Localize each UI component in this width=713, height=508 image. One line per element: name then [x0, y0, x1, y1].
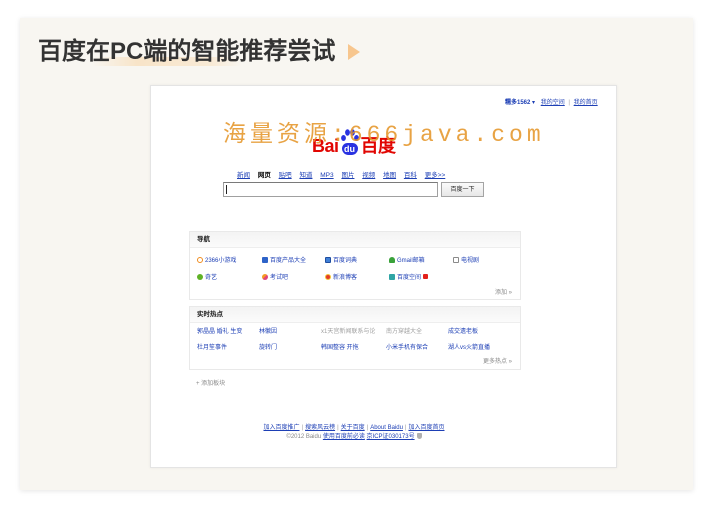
more-hot-topics-link[interactable]: 更多热点 » — [483, 358, 512, 366]
hot-topic-link[interactable]: 杜月笙事件 — [197, 344, 227, 352]
dictionary-icon — [325, 257, 331, 263]
site-label: Gmail邮箱 — [397, 258, 425, 264]
footer-link-homepage[interactable]: 加入百度首页 — [408, 425, 444, 431]
copyright-text: ©2012 Baidu — [286, 434, 322, 440]
search-button[interactable]: 百度一下 — [441, 182, 484, 197]
tab-zhidao[interactable]: 知道 — [299, 172, 312, 179]
tab-images[interactable]: 图片 — [341, 172, 354, 179]
panel-header: 实时热点 — [190, 307, 520, 323]
separator: | — [301, 425, 304, 431]
site-link-baidu-space[interactable]: 百度空间 — [389, 274, 429, 282]
terms-link[interactable]: 使用百度前必读 — [323, 434, 365, 440]
hot-topic-link[interactable]: 旋转门 — [259, 344, 277, 352]
footer-links: 加入百度推广 | 搜索风云榜 | 关于百度 | About Baidu | 加入百度首页 — [204, 424, 504, 432]
separator: | — [568, 100, 570, 106]
panel-title: 实时热点 — [197, 311, 223, 318]
site-label: 百度产品大全 — [270, 258, 307, 264]
footer-link-about-en[interactable]: About Baidu — [370, 425, 403, 431]
site-link-2366-games[interactable]: 2366小游戏 — [197, 257, 236, 265]
hot-topics-panel: 实时热点 郭晶晶 婚礼 生变 林徽因 x1天宫新闻联系与论 南方穿越大全 成交遗… — [189, 306, 521, 370]
site-link-exam[interactable]: 考试吧 — [262, 274, 288, 282]
hot-topic-link[interactable]: 韩国整容 开拖 — [321, 344, 359, 352]
footer-link-search-rankings[interactable]: 搜索风云榜 — [305, 425, 335, 431]
text-cursor — [226, 185, 227, 194]
add-site-link[interactable]: 添加 » — [495, 289, 512, 297]
my-space-link[interactable]: 我的空间 — [541, 100, 565, 106]
new-badge-icon — [423, 274, 429, 279]
hot-topic-link[interactable]: 小米手机有保合 — [386, 344, 428, 352]
caret-down-icon: ▾ — [532, 100, 536, 106]
logo-text-bai: Bai — [312, 136, 339, 156]
hot-topic-link[interactable]: 湖人vs火箭直播 — [448, 344, 490, 352]
logo-text-du: du — [341, 143, 358, 155]
site-link-gmail[interactable]: Gmail邮箱 — [389, 257, 425, 265]
site-label: 新浪博客 — [333, 275, 358, 281]
tab-web[interactable]: 网页 — [258, 172, 271, 179]
icp-link[interactable]: 京ICP证030173号 — [367, 434, 415, 440]
hot-topic-link[interactable]: 成交遗老板 — [448, 328, 478, 336]
paw-print-icon: du — [340, 128, 360, 156]
panel-header: 导航 — [190, 232, 520, 248]
footer-link-promotion[interactable]: 加入百度推广 — [263, 425, 299, 431]
navigation-panel: 导航 2366小游戏 百度产品大全 百度词典 Gmail邮箱 电视剧 奇艺 考试… — [189, 231, 521, 300]
separator: | — [337, 425, 339, 431]
tab-tieba[interactable]: 贴吧 — [279, 172, 292, 179]
site-link-sina-blog[interactable]: 新浪博客 — [325, 274, 357, 282]
site-label: 百度词典 — [333, 258, 358, 264]
slide-title: 百度在PC端的智能推荐尝试 — [38, 38, 336, 65]
site-link-qiyi[interactable]: 奇艺 — [197, 274, 217, 282]
footer-link-about-cn[interactable]: 关于百度 — [341, 425, 365, 431]
baidu-space-icon — [389, 274, 395, 280]
tab-map[interactable]: 地图 — [383, 172, 396, 179]
game-icon — [197, 257, 203, 263]
separator: | — [404, 425, 407, 431]
footer-legal: ©2012 Baidu 使用百度前必读 京ICP证030173号 — [204, 433, 504, 441]
site-label: 2366小游戏 — [205, 258, 237, 264]
site-link-baidu-products[interactable]: 百度产品大全 — [262, 257, 306, 265]
hot-topic-link[interactable]: 郭晶晶 婚礼 生变 — [197, 328, 242, 336]
mail-icon — [389, 257, 395, 263]
tab-mp3[interactable]: MP3 — [320, 172, 333, 179]
site-label: 考试吧 — [270, 275, 289, 281]
site-label: 百度空间 — [397, 275, 422, 281]
baidu-homepage-screenshot: 糯多1562 ▾ 我的空间 | 我的首页 Bai du 百度 海量资源:666j… — [150, 85, 617, 468]
username: 糯多1562 — [505, 100, 531, 106]
site-link-tv-series[interactable]: 电视剧 — [453, 257, 479, 265]
site-label: 电视剧 — [461, 258, 480, 264]
logo-text-baidu: 百度 — [360, 136, 397, 156]
exam-icon — [262, 274, 268, 280]
police-badge-icon — [416, 433, 422, 439]
sina-blog-icon — [325, 274, 331, 280]
separator: | — [366, 425, 369, 431]
hot-topic-link[interactable]: 南方穿越大全 — [386, 328, 422, 336]
site-link-baidu-dictionary[interactable]: 百度词典 — [325, 257, 357, 265]
hot-topic-link[interactable]: x1天宫新闻联系与论 — [321, 328, 375, 336]
hot-topic-link[interactable]: 林徽因 — [259, 328, 277, 336]
add-module-link[interactable]: + 添加板块 — [196, 380, 225, 388]
play-triangle-icon — [348, 44, 360, 60]
panel-title: 导航 — [197, 236, 210, 243]
search-input[interactable] — [223, 182, 438, 197]
tab-more[interactable]: 更多>> — [425, 172, 446, 179]
my-homepage-link[interactable]: 我的首页 — [574, 100, 598, 106]
baidu-logo[interactable]: Bai du 百度 — [312, 126, 396, 156]
tab-baike[interactable]: 百科 — [404, 172, 417, 179]
qiyi-icon — [197, 274, 203, 280]
baidu-products-icon — [262, 257, 268, 263]
search-category-tabs: 新闻 网页 贴吧 知道 MP3 图片 视频 地图 百科 更多>> — [237, 172, 451, 180]
site-label: 奇艺 — [205, 275, 218, 281]
tab-video[interactable]: 视频 — [362, 172, 375, 179]
account-bar: 糯多1562 ▾ 我的空间 | 我的首页 — [505, 99, 598, 107]
username-menu[interactable]: 糯多1562 ▾ — [505, 100, 535, 106]
slide: 百度在PC端的智能推荐尝试 糯多1562 ▾ 我的空间 | 我的首页 Bai d… — [0, 0, 713, 508]
tv-icon — [453, 257, 459, 263]
tab-news[interactable]: 新闻 — [237, 172, 250, 179]
